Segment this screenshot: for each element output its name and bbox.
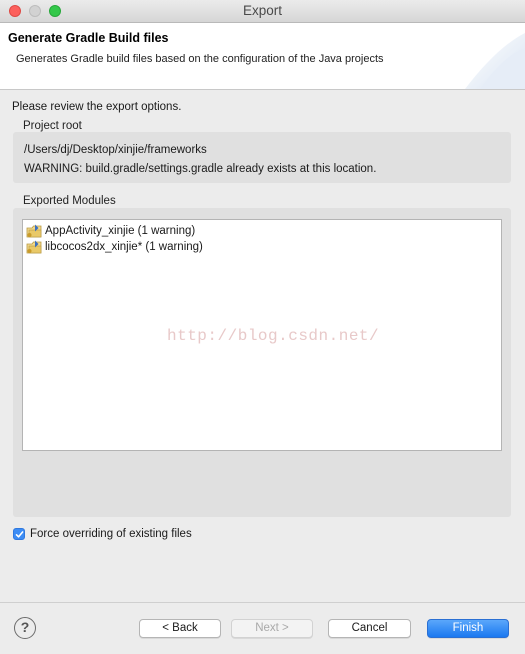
- review-instructions: Please review the export options.: [12, 101, 182, 113]
- wizard-title: Generate Gradle Build files: [8, 31, 169, 45]
- module-label: libcocos2dx_xinjie* (1 warning): [45, 241, 203, 253]
- force-override-checkbox[interactable]: [13, 528, 25, 540]
- wizard-header: Generate Gradle Build files Generates Gr…: [0, 23, 525, 90]
- folder-project-icon: [26, 224, 42, 237]
- finish-button[interactable]: Finish: [427, 619, 509, 638]
- watermark: http://blog.csdn.net/: [167, 327, 380, 345]
- back-button[interactable]: < Back: [139, 619, 221, 638]
- wizard-description: Generates Gradle build files based on th…: [16, 53, 384, 65]
- project-root-label: Project root: [23, 120, 82, 132]
- exported-modules-group: AppActivity_xinjie (1 warning) libcocos2…: [13, 208, 511, 517]
- folder-project-icon: [26, 240, 42, 253]
- project-root-path: /Users/dj/Desktop/xinjie/frameworks: [24, 144, 207, 156]
- list-item[interactable]: AppActivity_xinjie (1 warning): [26, 223, 195, 239]
- help-button[interactable]: ?: [14, 617, 36, 639]
- title-bar: Export: [0, 0, 525, 23]
- module-label: AppActivity_xinjie (1 warning): [45, 225, 196, 237]
- list-item[interactable]: libcocos2dx_xinjie* (1 warning): [26, 239, 203, 255]
- project-root-group: /Users/dj/Desktop/xinjie/frameworks WARN…: [13, 132, 511, 183]
- export-dialog: Export Generate Gradle Build files Gener…: [0, 0, 525, 654]
- cancel-button[interactable]: Cancel: [328, 619, 411, 638]
- force-override-option[interactable]: Force overriding of existing files: [13, 528, 192, 540]
- footer-divider: [0, 602, 525, 603]
- exported-modules-label: Exported Modules: [23, 195, 116, 207]
- header-decoration-icon: [465, 33, 525, 89]
- checkmark-icon: [15, 531, 24, 538]
- next-button[interactable]: Next >: [231, 619, 313, 638]
- project-root-warning: WARNING: build.gradle/settings.gradle al…: [24, 163, 377, 175]
- window-title: Export: [242, 3, 283, 18]
- force-override-label: Force overriding of existing files: [30, 528, 192, 540]
